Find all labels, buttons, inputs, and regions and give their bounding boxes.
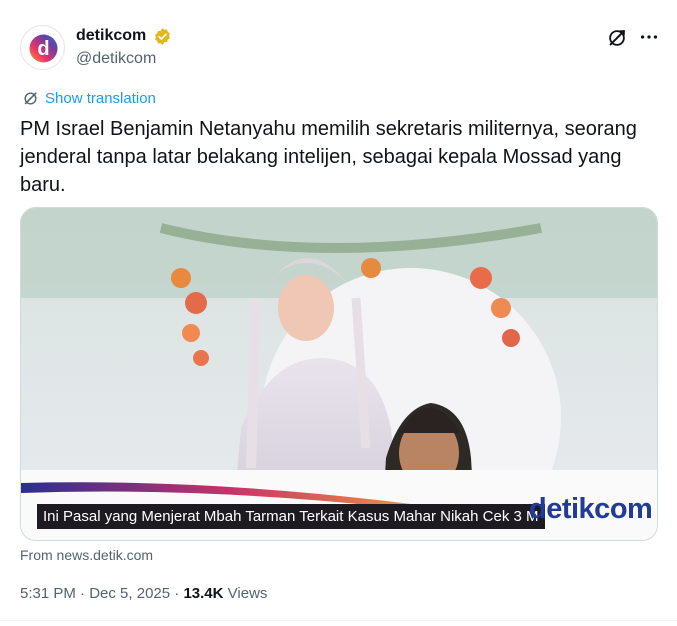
tweet-text: PM Israel Benjamin Netanyahu memilih sek… [20, 118, 637, 196]
divider [0, 620, 677, 621]
grok-icon[interactable] [606, 27, 628, 49]
more-icon[interactable] [638, 26, 660, 48]
handle[interactable]: @detikcom [76, 49, 172, 69]
meta-separator: · [75, 585, 90, 602]
views-label: Views [227, 585, 268, 602]
tweet-date[interactable]: Dec 5, 2025 [89, 585, 170, 602]
tweet-time[interactable]: 5:31 PM [20, 585, 76, 602]
meta-separator-2: · [170, 585, 184, 602]
verified-badge-icon [154, 27, 170, 45]
translate-icon [24, 91, 37, 105]
tweet-header: d detikcom @detikcom [20, 22, 660, 74]
views-count: 13.4K [183, 585, 224, 602]
link-card-image[interactable]: Ini Pasal yang Menjerat Mbah Tarman Terk… [20, 207, 658, 541]
card-headline: Ini Pasal yang Menjerat Mbah Tarman Terk… [37, 504, 545, 529]
svg-text:d: d [37, 38, 49, 60]
avatar[interactable]: d [20, 25, 65, 70]
display-name[interactable]: detikcom [76, 26, 146, 46]
show-translation-label: Show translation [45, 89, 156, 107]
author-names: detikcom @detikcom [76, 26, 172, 69]
tweet-meta: 5:31 PM · Dec 5, 2025 · 13.4K Views [20, 584, 267, 604]
show-translation-link[interactable]: Show translation [22, 88, 156, 108]
tweet-detail: d detikcom @detikcom Show translation PM… [0, 0, 677, 626]
detikcom-watermark: detikcom [529, 493, 653, 525]
detik-logo: d [29, 34, 58, 63]
card-source[interactable]: From news.detik.com [20, 546, 153, 564]
